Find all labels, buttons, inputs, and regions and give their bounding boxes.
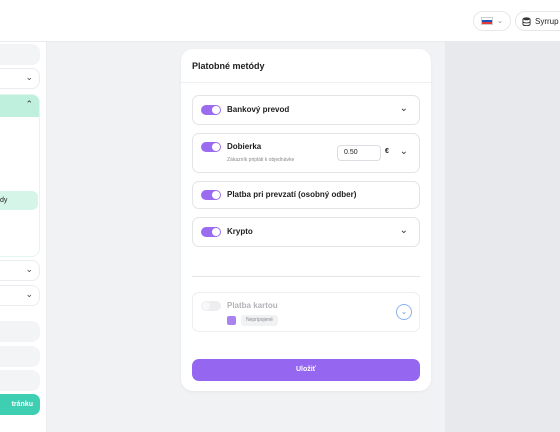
sidebar-dropdown[interactable]: ⌄ [0,285,40,306]
chevron-down-icon: ⌄ [25,264,33,274]
sidebar-dropdown[interactable]: ⌄ [0,68,40,89]
toggle-switch[interactable] [201,301,221,311]
method-label: Krypto [227,227,253,236]
chevron-up-icon: ⌃ [25,99,33,109]
slovak-flag-icon [481,17,493,25]
payment-methods-card: Platobné metódy Bankový prevod ⌄ Dobierk… [181,49,431,391]
chevron-down-icon[interactable]: ⌄ [400,146,408,157]
payment-method-bank-transfer[interactable]: Bankový prevod ⌄ [192,95,420,125]
sidebar-subitem-active[interactable]: dy [0,191,38,210]
sidebar-item[interactable] [0,321,40,342]
payment-method-card[interactable]: Platba kartou Nepripojené ⌄ [192,292,420,332]
sidebar-item[interactable] [0,44,40,65]
page-title: Platobné metódy [192,61,265,71]
currency-label: € [385,148,389,155]
sidebar-item[interactable] [0,346,40,367]
divider [181,82,431,83]
sidebar-dropdown[interactable]: ⌄ [0,260,40,281]
toggle-switch[interactable] [201,227,221,237]
chevron-down-icon: ⌄ [25,289,33,299]
payment-method-cash-on-delivery[interactable]: Dobierka Zákazník pripláti k objednávke … [192,133,420,173]
method-label: Bankový prevod [227,105,290,114]
payment-method-crypto[interactable]: Krypto ⌄ [192,217,420,247]
section-divider [192,276,420,277]
card-provider-icon [227,316,236,325]
expand-circle-chevron-icon[interactable]: ⌄ [396,304,412,320]
toggle-switch[interactable] [201,190,221,200]
method-description: Zákazník pripláti k objednávke [227,157,295,163]
status-badge: Nepripojené [241,315,278,326]
toggle-switch[interactable] [201,105,221,115]
user-menu[interactable]: Syrrup ⌄ [515,11,560,31]
sidebar-group-header[interactable]: ⌃ [0,95,39,117]
sidebar: ⌄ ⌃ vy dy ⌄ ⌄ tránku [0,42,47,432]
top-bar: ⌄ Syrrup ⌄ [0,0,560,42]
sidebar-expanded-group: ⌃ vy [0,94,40,257]
right-panel [445,42,560,432]
database-icon [522,16,531,26]
toggle-switch[interactable] [201,142,221,152]
chevron-down-icon: ⌄ [497,18,503,25]
sidebar-item[interactable] [0,370,40,391]
save-button[interactable]: Uložiť [192,359,420,381]
sidebar-cta-button[interactable]: tránku [0,394,40,415]
chevron-down-icon[interactable]: ⌄ [400,103,408,114]
chevron-down-icon[interactable]: ⌄ [400,225,408,236]
method-label: Platba pri prevzatí (osobný odber) [227,190,357,199]
language-selector[interactable]: ⌄ [473,11,511,31]
method-label: Dobierka [227,142,262,151]
payment-method-pickup[interactable]: Platba pri prevzatí (osobný odber) [192,181,420,209]
fee-input[interactable]: 0.50 [337,145,381,161]
user-name: Syrrup [535,16,559,26]
chevron-down-icon: ⌄ [25,72,33,82]
method-label: Platba kartou [227,301,278,310]
